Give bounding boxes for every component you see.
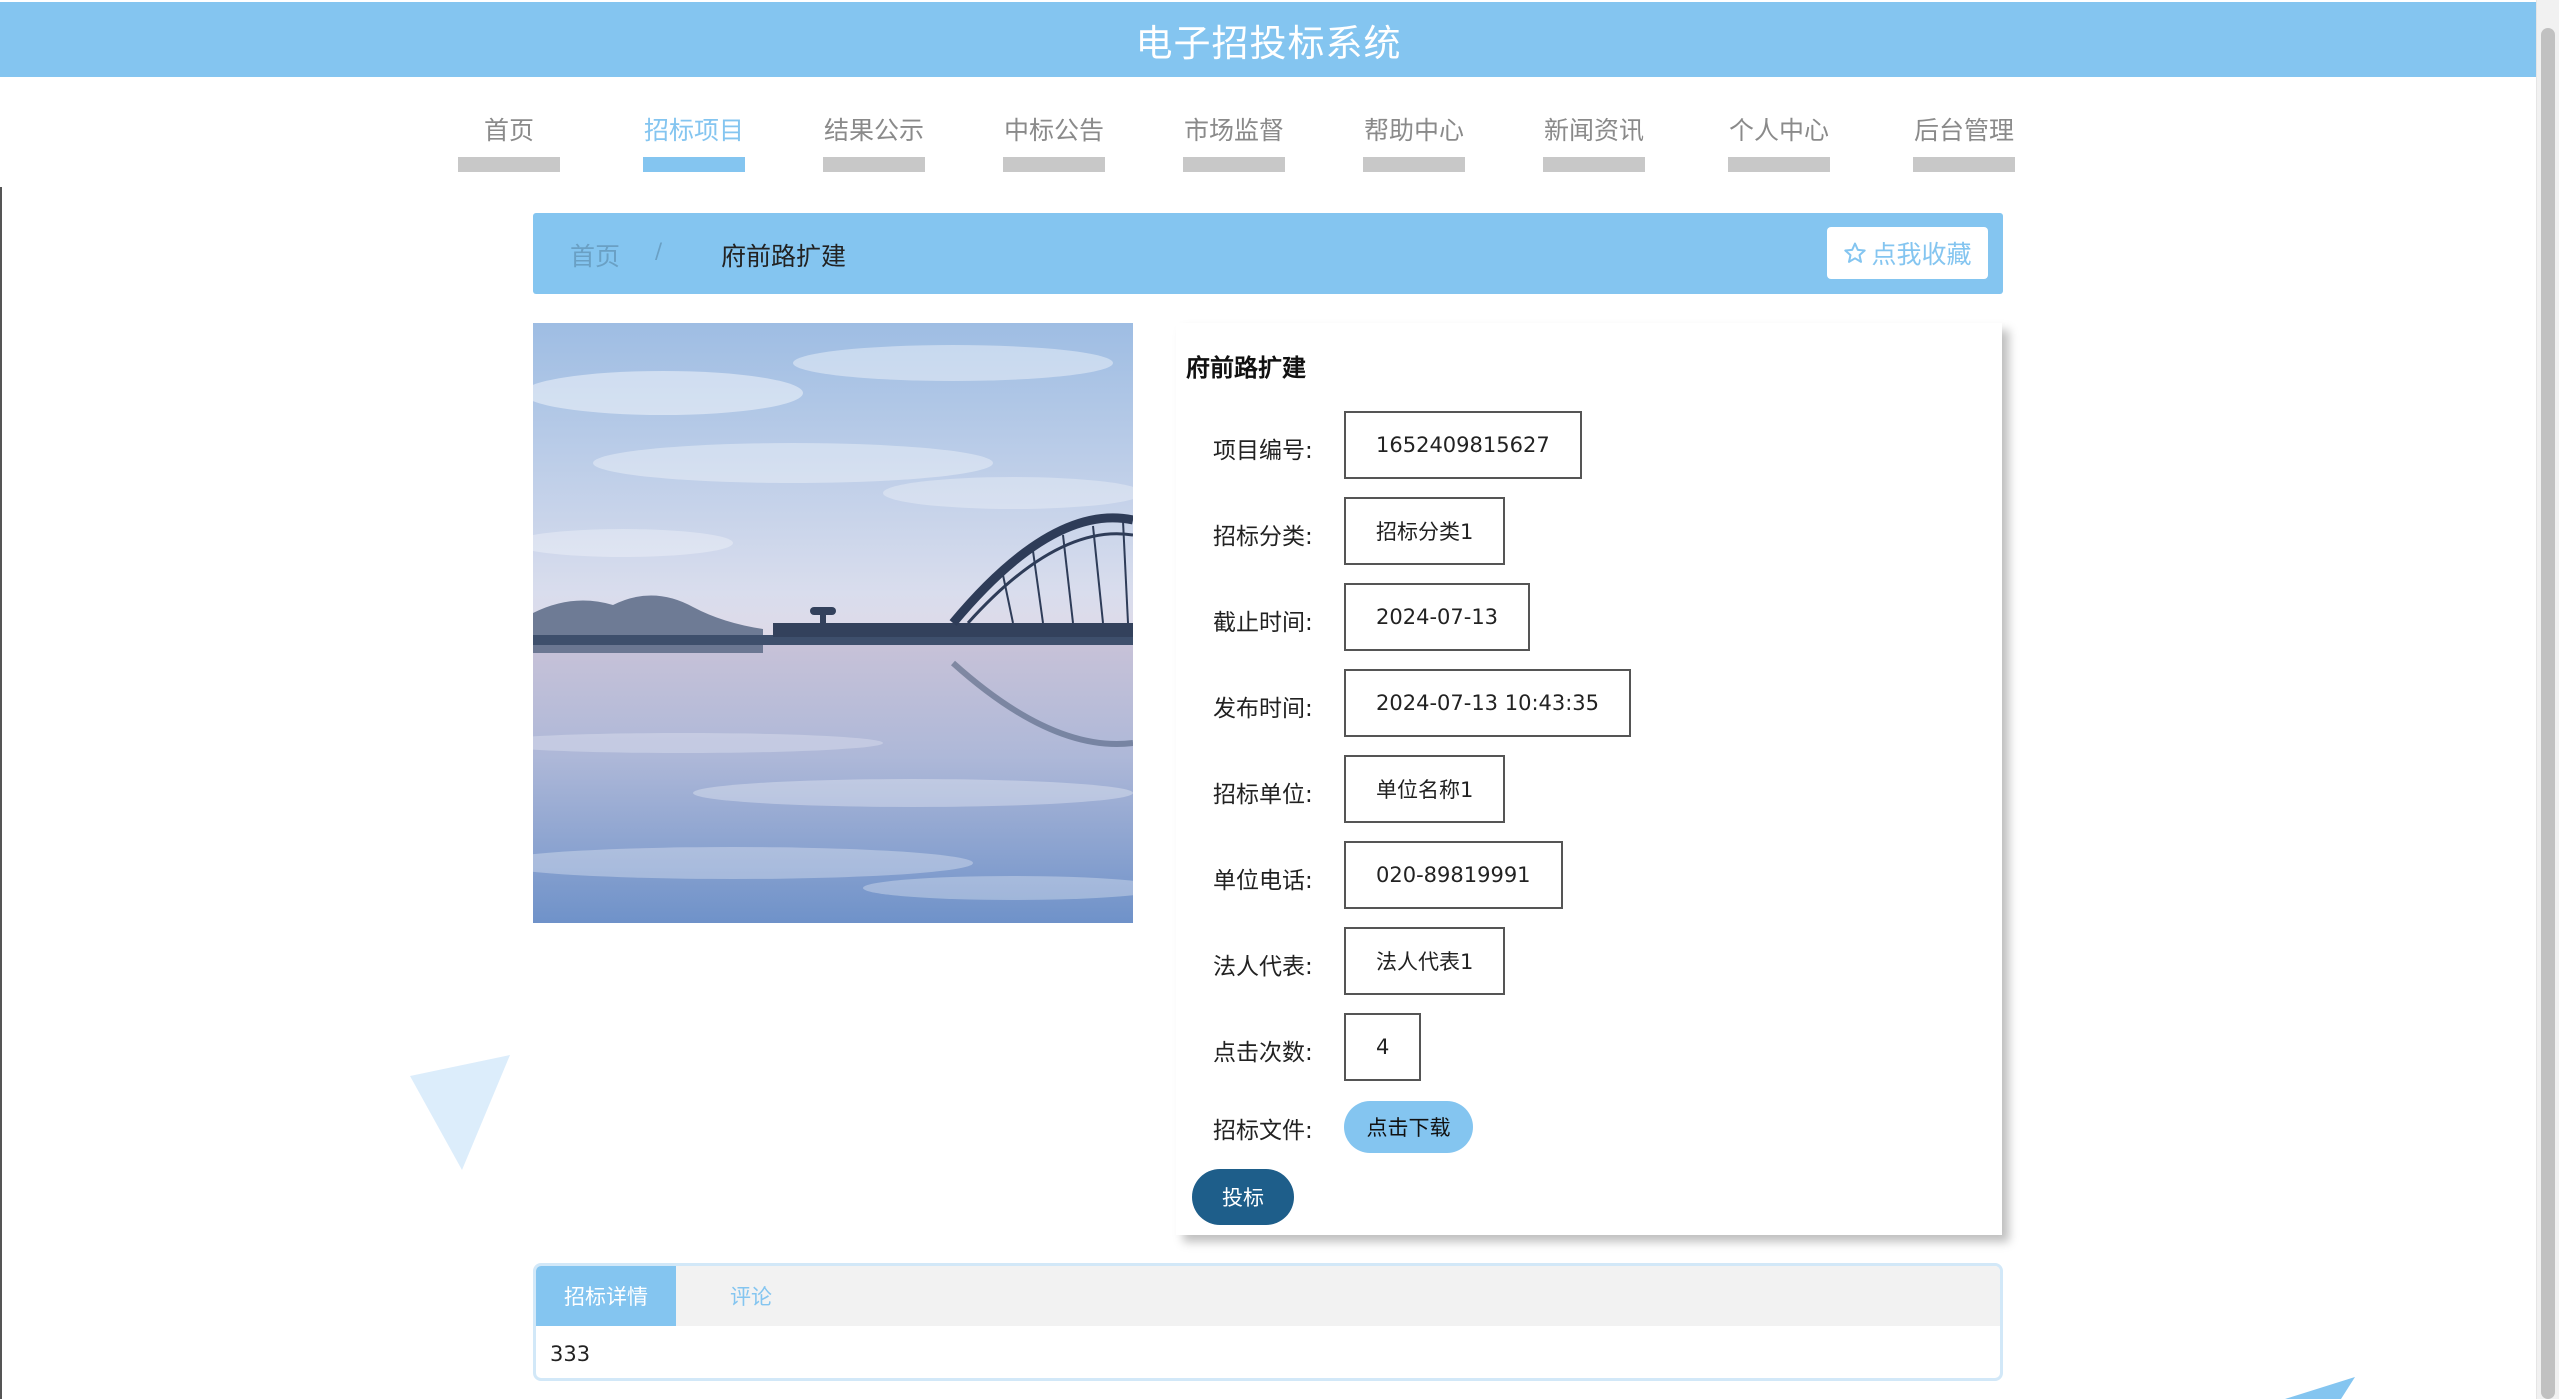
nav-item-label: 新闻资讯 (1543, 116, 1644, 145)
field-value: 单位名称1 (1344, 755, 1506, 823)
decorative-triangle-left (410, 1055, 510, 1170)
tab-bid-details[interactable]: 招标详情 (536, 1266, 676, 1326)
project-image (533, 323, 1133, 923)
field-value: 2024-07-13 10:43:35 (1344, 669, 1632, 737)
nav-item-home[interactable]: 首页 (458, 100, 560, 172)
nav-item-market-supervision[interactable]: 市场监督 (1183, 100, 1285, 172)
nav-item-label: 中标公告 (1003, 116, 1104, 145)
field-label: 招标分类: (1213, 524, 1313, 550)
breadcrumb-home-link[interactable]: 首页 (570, 237, 620, 273)
nav-item-label: 首页 (483, 116, 534, 145)
app-title: 电子招投标系统 (1135, 21, 1402, 65)
nav-item-admin[interactable]: 后台管理 (1913, 100, 2015, 172)
project-title: 府前路扩建 (1186, 354, 1306, 382)
main-nav: 首页 招标项目 结果公示 中标公告 市场监督 帮助中心 新闻资讯 个人中心 后台… (458, 100, 2078, 172)
nav-item-bidding-projects[interactable]: 招标项目 (643, 100, 745, 172)
nav-item-help-center[interactable]: 帮助中心 (1363, 100, 1465, 172)
nav-item-label: 结果公示 (823, 116, 924, 145)
bid-button[interactable]: 投标 (1192, 1169, 1294, 1225)
field-label: 发布时间: (1213, 696, 1313, 722)
tab-comments[interactable]: 评论 (676, 1266, 826, 1326)
nav-item-results[interactable]: 结果公示 (823, 100, 925, 172)
favorite-button[interactable]: 点我收藏 (1827, 227, 1988, 279)
nav-item-label: 市场监督 (1183, 116, 1284, 145)
nav-item-label: 帮助中心 (1363, 116, 1464, 145)
breadcrumb-separator: / (655, 239, 663, 263)
nav-item-label: 招标项目 (643, 116, 744, 145)
nav-item-label: 个人中心 (1728, 116, 1829, 145)
nav-item-personal-center[interactable]: 个人中心 (1728, 100, 1830, 172)
header-bar: 电子招投标系统 (0, 2, 2537, 77)
decorative-triangle-right (2285, 1377, 2355, 1399)
field-label: 招标单位: (1213, 782, 1313, 808)
file-label: 招标文件: (1213, 1118, 1313, 1144)
nav-item-news[interactable]: 新闻资讯 (1543, 100, 1645, 172)
star-outline-icon (1844, 242, 1867, 263)
field-value: 020-89819991 (1344, 841, 1563, 909)
page-left-border (0, 187, 2, 1399)
nav-item-label: 后台管理 (1913, 116, 2014, 145)
details-tabs-panel: 招标详情 评论 333 (533, 1263, 2003, 1381)
project-info-card: 府前路扩建 项目编号: 1652409815627 招标分类: 招标分类1 截止… (1176, 323, 2002, 1235)
field-label: 截止时间: (1213, 610, 1313, 636)
field-label: 点击次数: (1213, 1040, 1313, 1066)
tab-header: 招标详情 评论 (536, 1266, 2000, 1326)
favorite-button-label: 点我收藏 (1871, 240, 1972, 269)
field-label: 法人代表: (1213, 954, 1313, 980)
scrollbar-thumb[interactable] (2541, 28, 2555, 1399)
breadcrumb: 首页 / 府前路扩建 点我收藏 (533, 213, 2003, 294)
nav-item-award-notice[interactable]: 中标公告 (1003, 100, 1105, 172)
field-value: 4 (1344, 1013, 1422, 1081)
field-label: 项目编号: (1213, 438, 1313, 464)
tab-content: 333 (550, 1342, 591, 1366)
vertical-scrollbar[interactable] (2536, 0, 2559, 1399)
field-value: 2024-07-13 (1344, 583, 1531, 651)
field-value: 1652409815627 (1344, 411, 1582, 479)
breadcrumb-current: 府前路扩建 (721, 242, 847, 271)
download-button[interactable]: 点击下载 (1344, 1101, 1473, 1153)
field-label: 单位电话: (1213, 868, 1313, 894)
field-value: 法人代表1 (1344, 927, 1506, 995)
field-value: 招标分类1 (1344, 497, 1506, 565)
